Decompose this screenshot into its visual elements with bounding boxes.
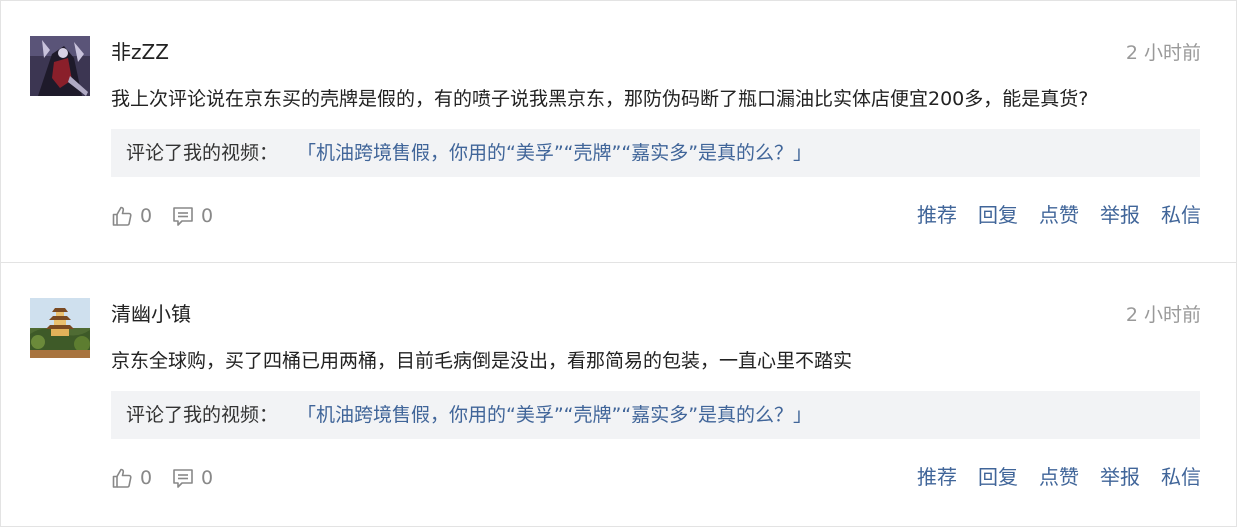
thumbs-up-icon (111, 467, 133, 489)
reply-button[interactable]: 回复 (978, 201, 1018, 229)
message-button[interactable]: 私信 (1161, 201, 1201, 229)
reply-count-button[interactable]: 0 (172, 203, 213, 229)
recommend-button[interactable]: 推荐 (917, 201, 957, 229)
reply-count: 0 (201, 205, 214, 227)
comment-item: 非zZZ 2 小时前 我上次评论说在京东买的壳牌是假的，有的喷子说我黑京东，那防… (1, 1, 1236, 262)
video-link[interactable]: 「机油跨境售假，你用的“美孚”“壳牌”“嘉实多”是真的么？」 (297, 140, 812, 166)
video-link[interactable]: 「机油跨境售假，你用的“美孚”“壳牌”“嘉实多”是真的么？」 (297, 402, 812, 428)
like-button[interactable]: 点赞 (1039, 201, 1079, 229)
like-count-button[interactable]: 0 (111, 203, 152, 229)
avatar-image (30, 36, 90, 96)
comment-text: 京东全球购，买了四桶已用两桶，目前毛病倒是没出，看那简易的包装，一直心里不踏实 (111, 350, 853, 372)
username[interactable]: 非zZZ (111, 39, 169, 65)
timestamp: 2 小时前 (1125, 42, 1201, 64)
recommend-button[interactable]: 推荐 (917, 463, 957, 491)
comment-text: 我上次评论说在京东买的壳牌是假的，有的喷子说我黑京东，那防伪码断了瓶口漏油比实体… (111, 88, 1089, 110)
avatar-image (30, 298, 90, 358)
quoted-video: 评论了我的视频： 「机油跨境售假，你用的“美孚”“壳牌”“嘉实多”是真的么？」 (111, 129, 1200, 177)
quote-prefix: 评论了我的视频： (126, 142, 279, 164)
reply-button[interactable]: 回复 (978, 463, 1018, 491)
comment-actions: 推荐 回复 点赞 举报 私信 (917, 463, 1201, 491)
reply-count: 0 (201, 467, 214, 489)
username[interactable]: 清幽小镇 (111, 301, 191, 327)
like-count-button[interactable]: 0 (111, 465, 152, 491)
comment-actions: 推荐 回复 点赞 举报 私信 (917, 201, 1201, 229)
like-count: 0 (140, 467, 153, 489)
comment-item: 清幽小镇 2 小时前 京东全球购，买了四桶已用两桶，目前毛病倒是没出，看那简易的… (1, 263, 1236, 524)
like-button[interactable]: 点赞 (1039, 463, 1079, 491)
quoted-video: 评论了我的视频： 「机油跨境售假，你用的“美孚”“壳牌”“嘉实多”是真的么？」 (111, 391, 1200, 439)
comment-list: 非zZZ 2 小时前 我上次评论说在京东买的壳牌是假的，有的喷子说我黑京东，那防… (0, 0, 1237, 527)
comment-bubble-icon (172, 205, 194, 227)
reply-count-button[interactable]: 0 (172, 465, 213, 491)
like-count: 0 (140, 205, 153, 227)
thumbs-up-icon (111, 205, 133, 227)
message-button[interactable]: 私信 (1161, 463, 1201, 491)
comment-bubble-icon (172, 467, 194, 489)
avatar[interactable] (30, 36, 90, 96)
timestamp: 2 小时前 (1125, 304, 1201, 326)
quote-prefix: 评论了我的视频： (126, 404, 279, 426)
report-button[interactable]: 举报 (1100, 201, 1140, 229)
report-button[interactable]: 举报 (1100, 463, 1140, 491)
avatar[interactable] (30, 298, 90, 358)
